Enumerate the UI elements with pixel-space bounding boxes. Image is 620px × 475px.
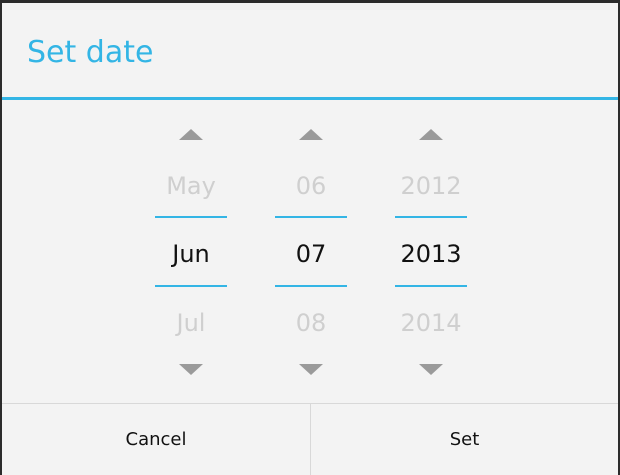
year-selection-line-top [395, 216, 467, 218]
day-selection-line-top [275, 216, 347, 218]
cancel-button[interactable]: Cancel [2, 404, 310, 475]
day-selection-line-bottom [275, 285, 347, 287]
month-decrement-icon[interactable] [179, 364, 203, 375]
month-current-value[interactable]: Jun [141, 238, 241, 270]
year-picker[interactable]: 2012 2013 2014 [395, 100, 467, 400]
dialog-button-bar: Cancel Set [2, 403, 618, 475]
year-increment-icon[interactable] [419, 129, 443, 140]
year-selection-line-bottom [395, 285, 467, 287]
day-increment-icon[interactable] [299, 129, 323, 140]
day-decrement-icon[interactable] [299, 364, 323, 375]
month-selection-line-top [155, 216, 227, 218]
year-previous-value[interactable]: 2012 [381, 170, 481, 202]
year-next-value[interactable]: 2014 [381, 307, 481, 339]
month-picker[interactable]: May Jun Jul [155, 100, 227, 400]
month-previous-value[interactable]: May [141, 170, 241, 202]
day-current-value[interactable]: 07 [261, 238, 361, 270]
dialog-title: Set date [27, 35, 154, 70]
month-increment-icon[interactable] [179, 129, 203, 140]
year-decrement-icon[interactable] [419, 364, 443, 375]
date-picker-dialog: Set date May Jun Jul 06 07 08 2012 2013 … [2, 3, 618, 475]
month-selection-line-bottom [155, 285, 227, 287]
day-previous-value[interactable]: 06 [261, 170, 361, 202]
day-next-value[interactable]: 08 [261, 307, 361, 339]
day-picker[interactable]: 06 07 08 [275, 100, 347, 400]
month-next-value[interactable]: Jul [141, 307, 241, 339]
year-current-value[interactable]: 2013 [381, 238, 481, 270]
set-button[interactable]: Set [311, 404, 618, 475]
